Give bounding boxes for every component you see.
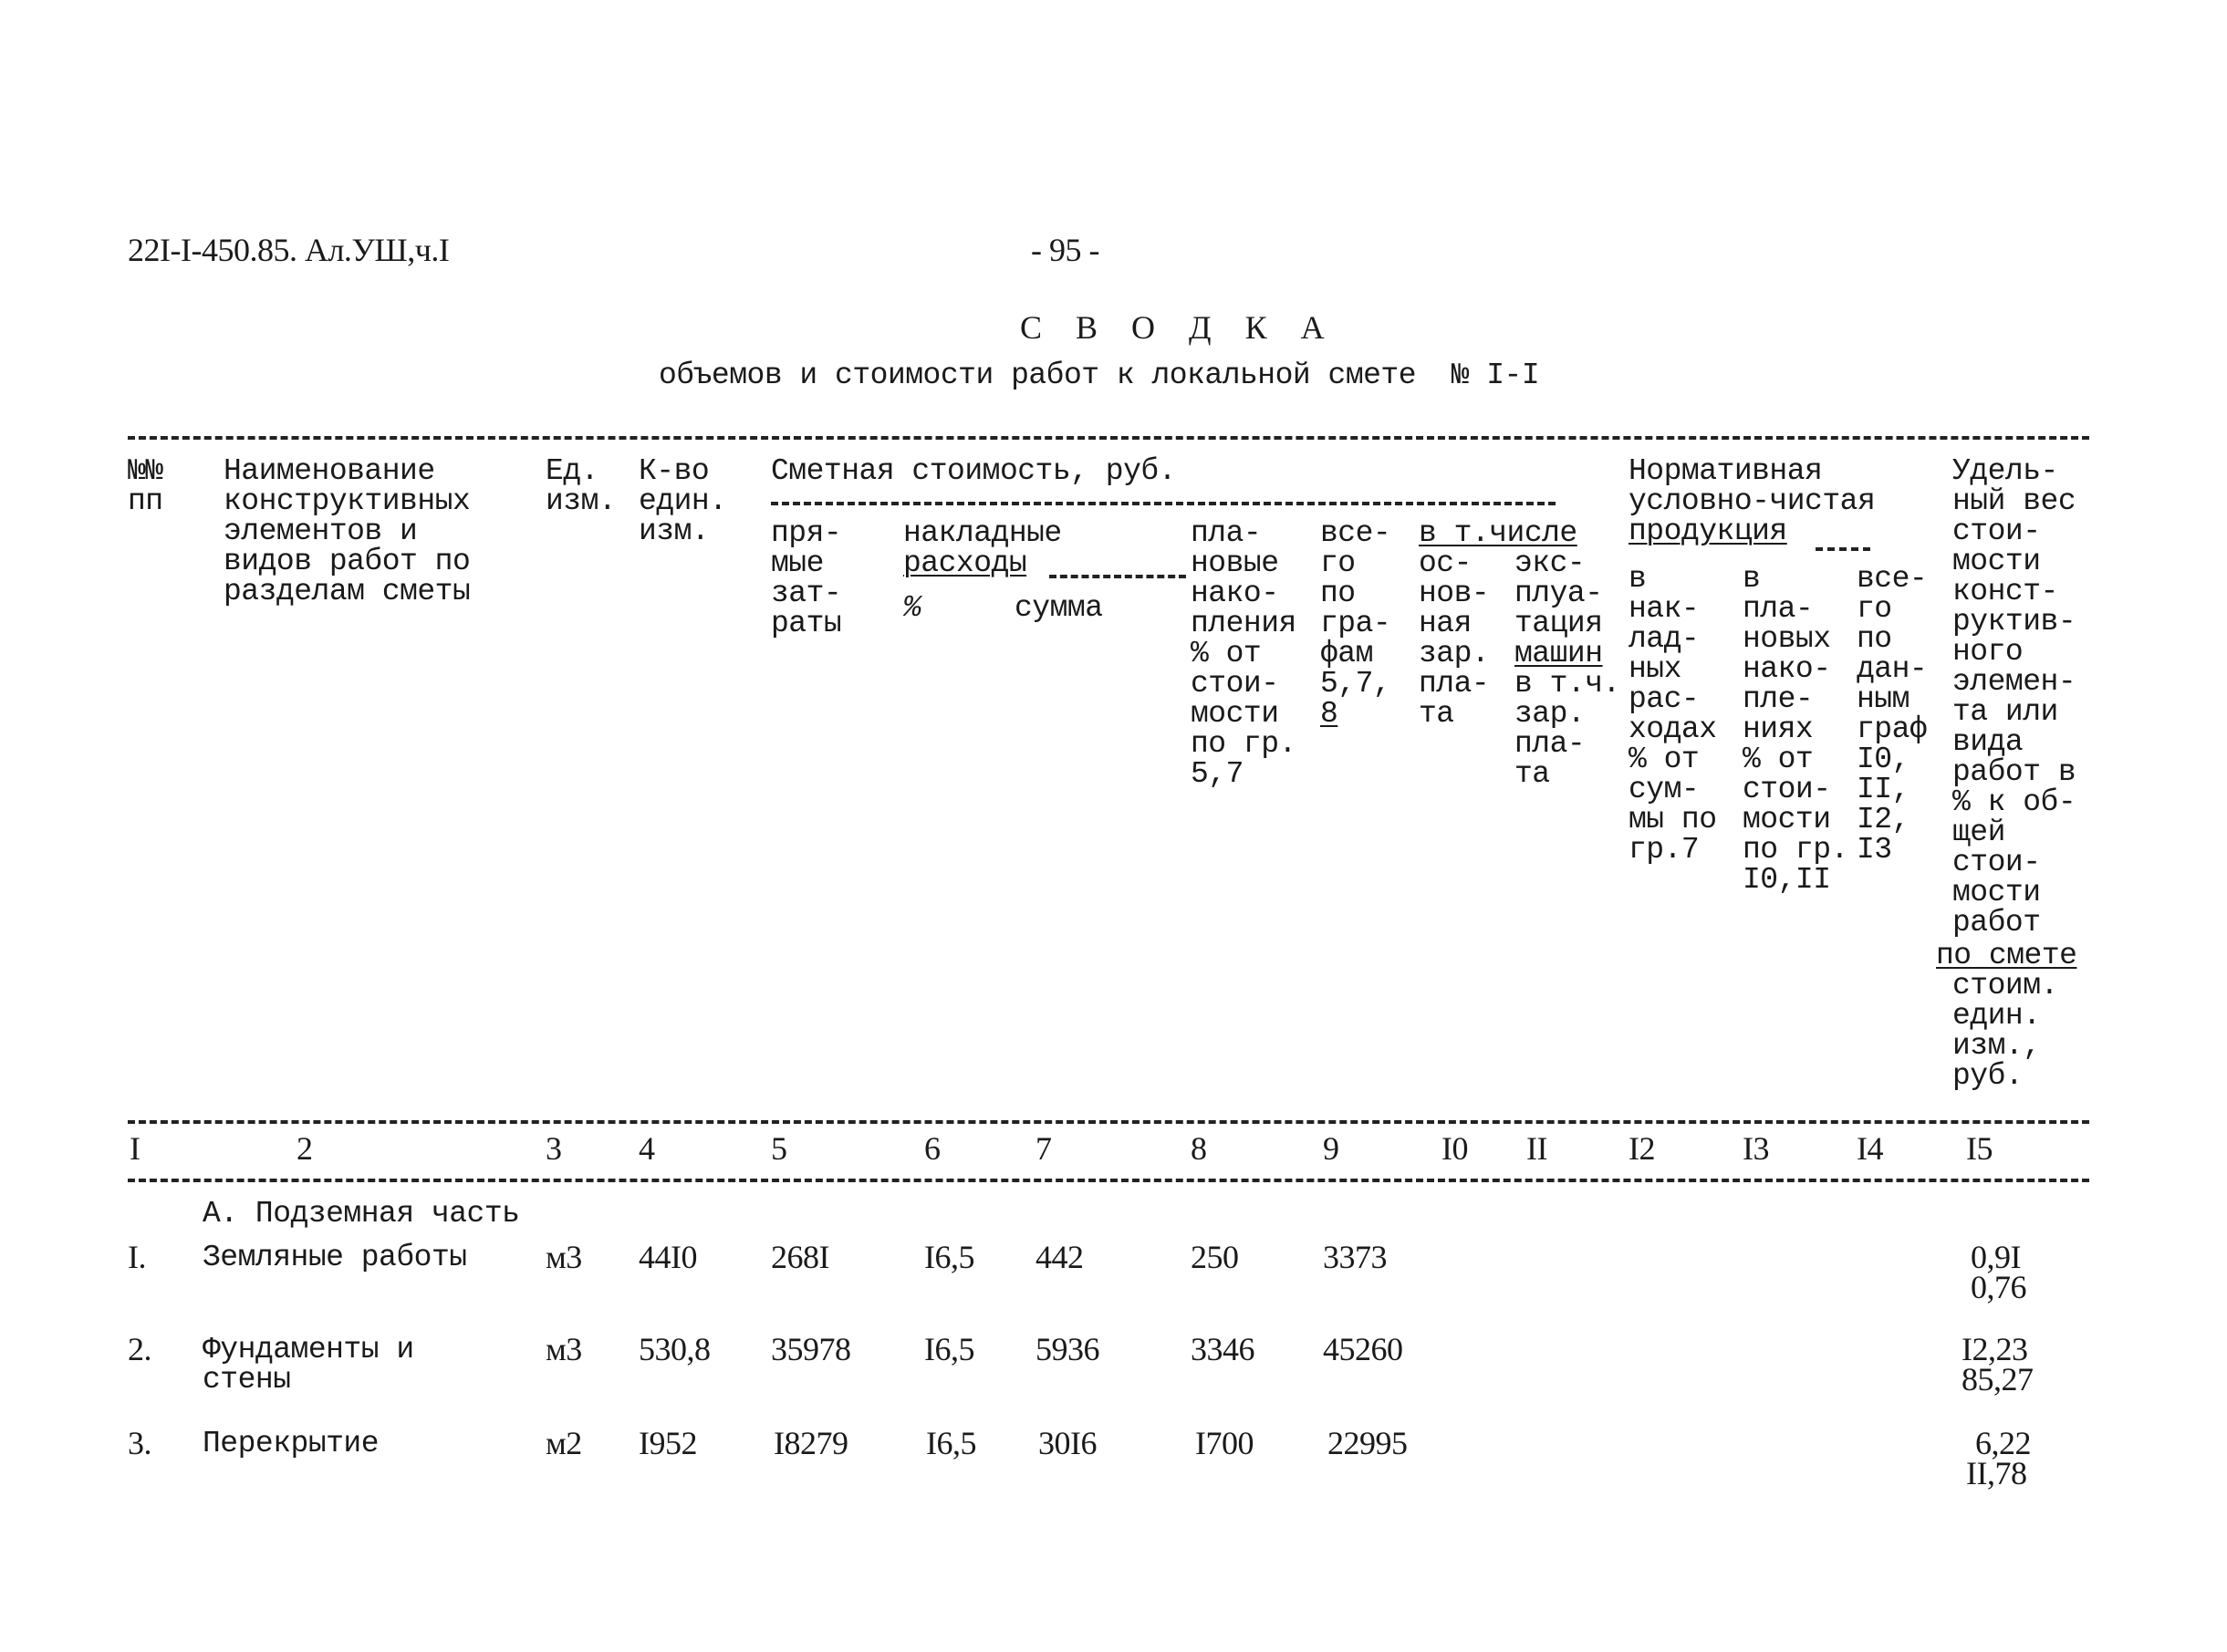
header-overhead-sum: сумма <box>1015 591 1103 625</box>
header-total-8: 8 <box>1320 697 1338 731</box>
row-planned-savings: 3346 <box>1191 1331 1255 1367</box>
header-norm-overhead: в нак- лад- ных рас- ходах % от сум- мы … <box>1629 562 1717 867</box>
header-quantity: К-во един. изм. <box>639 454 727 548</box>
row-quantity: 44I0 <box>639 1239 698 1275</box>
column-numbers-rule <box>128 1179 2089 1182</box>
header-estimated-cost-group: Сметная стоимость, руб. <box>771 454 1176 488</box>
column-number: I2 <box>1629 1130 1656 1167</box>
row-planned-savings: 250 <box>1191 1239 1239 1275</box>
header-unit-cost: стоим. един. изм., руб. <box>1952 969 2058 1093</box>
row-unit-cost: 0,76 <box>1971 1269 2027 1305</box>
row-planned-savings: I700 <box>1195 1425 1254 1461</box>
row-number: 3. <box>128 1425 152 1461</box>
header-norm-planned: в пла- новых нако- пле- ниях % от стои- … <box>1743 562 1848 897</box>
row-total: 45260 <box>1323 1331 1403 1367</box>
header-machine-operation-2: машин <box>1514 637 1603 670</box>
column-number: 8 <box>1191 1130 1207 1167</box>
column-number: I <box>130 1130 140 1167</box>
header-total: все- го по гра- фам 5,7, <box>1320 516 1391 701</box>
column-number: 2 <box>297 1130 313 1167</box>
header-element-name: Наименование конструктивных элементов и … <box>224 454 471 608</box>
row-overhead-percent: I6,5 <box>926 1425 977 1461</box>
column-number: I4 <box>1857 1130 1884 1167</box>
header-planned-savings: пла- новые нако- пления % от стои- мости… <box>1191 516 1296 791</box>
row-unit-cost: 85,27 <box>1962 1361 2034 1397</box>
row-direct-costs: 35978 <box>771 1331 851 1367</box>
header-normative-production: Нормативная условно-чистая <box>1629 454 1876 518</box>
header-base-salary: ос- нов- ная зар. пла- та <box>1419 546 1490 731</box>
header-overhead-group-2: расходы <box>903 546 1027 580</box>
row-total: 22995 <box>1327 1425 1408 1461</box>
row-name: Фундаменты и стены <box>203 1333 414 1397</box>
column-number: II <box>1526 1130 1547 1167</box>
row-direct-costs: I8279 <box>774 1425 848 1461</box>
row-number: 2. <box>128 1331 152 1367</box>
row-total: 3373 <box>1323 1239 1388 1275</box>
column-number: I5 <box>1966 1130 1993 1167</box>
header-overhead-group: накладные <box>903 516 1062 550</box>
header-norm-total: все- го по дан- ным граф I0, II, I2, I3 <box>1857 562 1928 867</box>
document-title: С В О Д К А <box>1020 309 1337 346</box>
column-number: 4 <box>639 1130 655 1167</box>
header-direct-costs: пря- мые зат- раты <box>771 516 842 640</box>
cost-group-rule <box>771 502 1556 505</box>
row-overhead-percent: I6,5 <box>924 1331 975 1367</box>
row-number: I. <box>128 1239 147 1275</box>
header-machine-operation: экс- плуа- тация <box>1514 546 1603 640</box>
row-overhead-sum: 30I6 <box>1038 1425 1098 1461</box>
header-bottom-rule <box>128 1120 2089 1124</box>
overhead-group-rule <box>1049 575 1186 578</box>
row-quantity: 530,8 <box>639 1331 711 1367</box>
column-number: 3 <box>546 1130 562 1167</box>
header-normative-production-2: продукция <box>1629 514 1787 548</box>
row-unit: м2 <box>546 1425 582 1461</box>
row-unit: м3 <box>546 1331 582 1367</box>
header-row-number: №№ пп <box>128 454 163 518</box>
row-overhead-sum: 442 <box>1035 1239 1084 1275</box>
column-number: 6 <box>924 1130 941 1167</box>
normative-group-rule <box>1816 547 1870 551</box>
row-name: Земляные работы <box>203 1241 467 1274</box>
column-number: I0 <box>1441 1130 1469 1167</box>
row-overhead-sum: 5936 <box>1035 1331 1100 1367</box>
header-machine-salary: в т.ч. зар. пла- та <box>1514 667 1620 791</box>
column-number: 5 <box>771 1130 787 1167</box>
document-code: 22I-I-450.85. Ал.УШ,ч.I <box>128 232 450 268</box>
header-including-group: в т.числе <box>1419 516 1577 550</box>
header-unit: Ед. изм. <box>546 454 617 518</box>
row-name: Перекрытие <box>203 1427 380 1460</box>
section-title: А. Подземная часть <box>203 1197 520 1231</box>
header-share: Удель- ный вес стои- мости конст- руктив… <box>1952 454 2076 940</box>
document-subtitle: объемов и стоимости работ к локальной см… <box>659 358 1540 392</box>
header-overhead-percent: % <box>903 591 921 625</box>
page-number: - 95 - <box>1031 232 1099 268</box>
row-overhead-percent: I6,5 <box>924 1239 975 1275</box>
header-share-2: по смете <box>1936 939 2077 972</box>
table-top-rule <box>128 436 2089 440</box>
row-quantity: I952 <box>639 1425 698 1461</box>
row-unit-cost: II,78 <box>1966 1455 2027 1491</box>
column-number: I3 <box>1743 1130 1770 1167</box>
row-direct-costs: 268I <box>771 1239 830 1275</box>
column-number: 7 <box>1035 1130 1052 1167</box>
column-number: 9 <box>1323 1130 1339 1167</box>
row-unit: м3 <box>546 1239 582 1275</box>
